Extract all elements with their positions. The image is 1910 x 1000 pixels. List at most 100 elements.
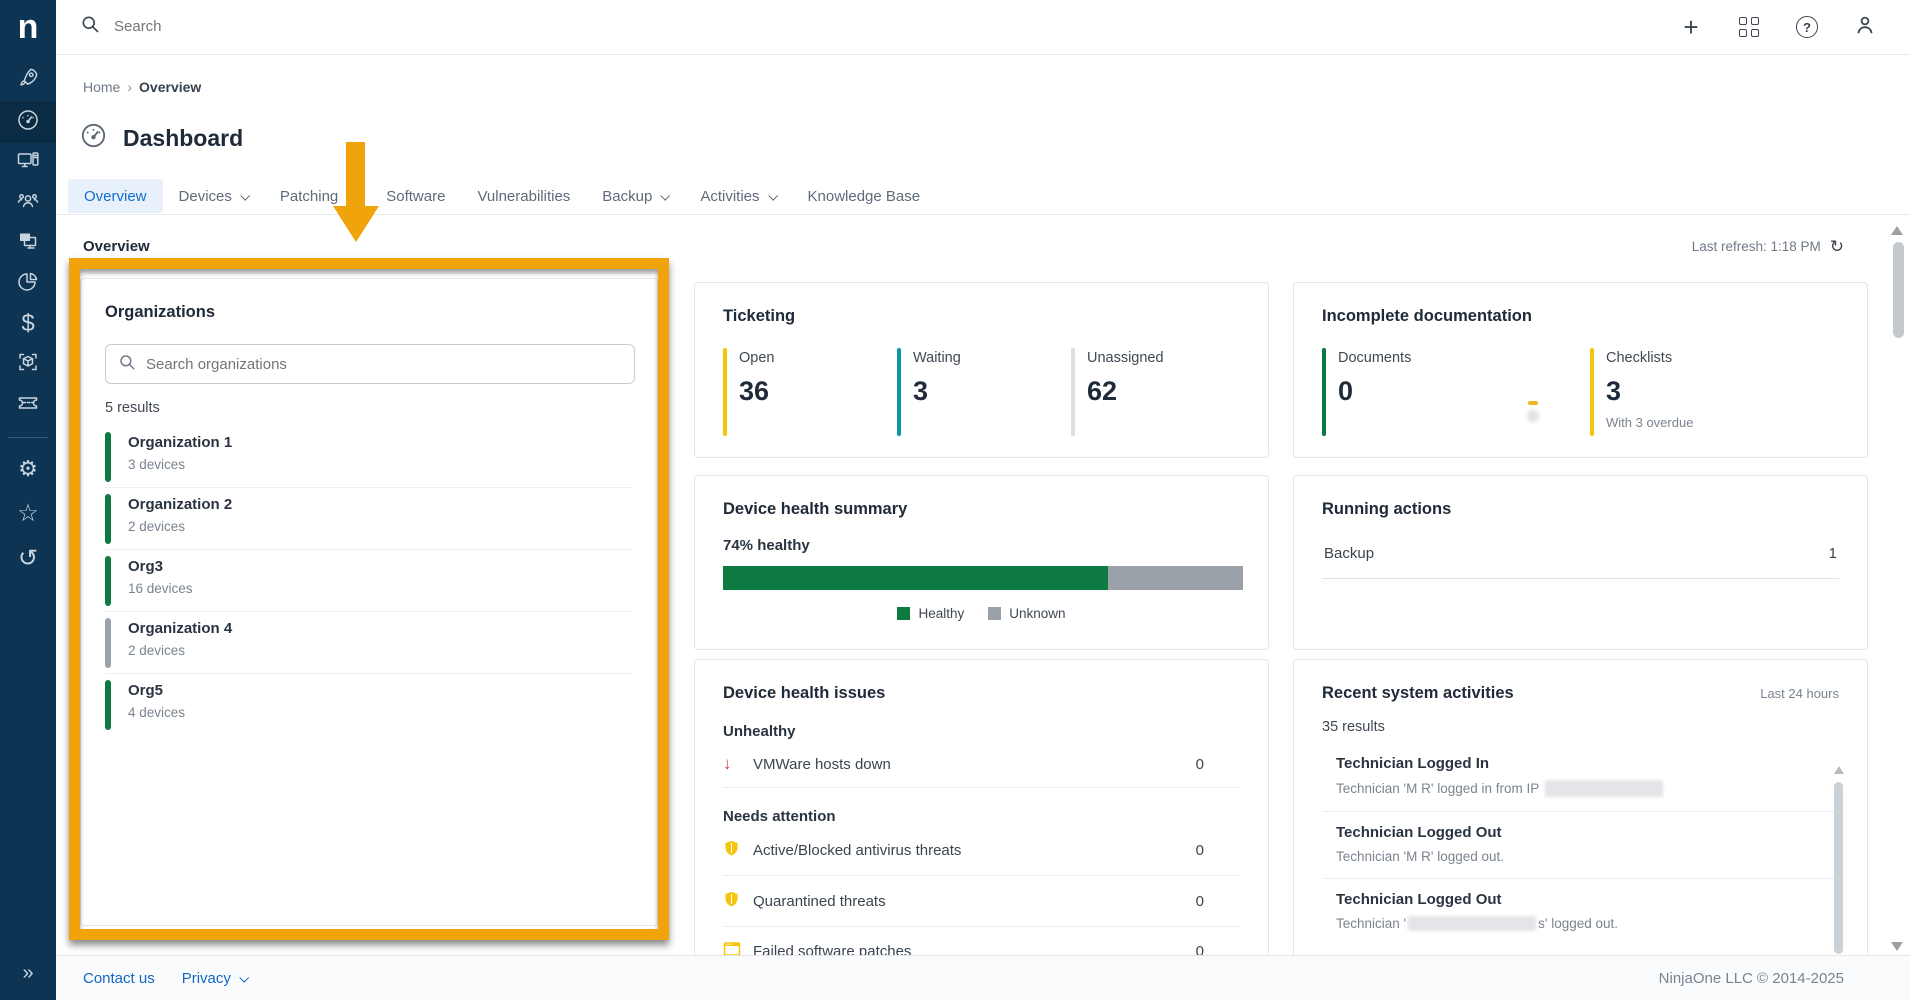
ninjaone-logo[interactable]: n <box>0 8 56 46</box>
status-bar <box>105 680 111 730</box>
page-scroll-down-arrow[interactable] <box>1891 942 1903 951</box>
help-button[interactable]: ? <box>1792 12 1822 42</box>
sidebar-item-reporting[interactable] <box>0 263 56 305</box>
sidebar-item-settings[interactable]: ⚙ <box>0 448 56 490</box>
contact-us-link[interactable]: Contact us <box>83 970 155 987</box>
list-item[interactable]: Technician Logged Out Technician 'M R' l… <box>1322 812 1839 879</box>
issue-row-antivirus[interactable]: Active/Blocked antivirus threats 0 <box>723 839 1240 876</box>
activities-scrollbar[interactable] <box>1834 782 1843 954</box>
sidebar-item-dashboard[interactable] <box>0 101 56 143</box>
chevron-down-icon <box>768 190 778 200</box>
tab-bar: Overview Devices Patching Software Vulne… <box>68 179 936 213</box>
breadcrumb-current: Overview <box>139 79 201 95</box>
page-scrollbar[interactable] <box>1893 242 1904 338</box>
issue-row-quarantined[interactable]: Quarantined threats 0 <box>723 890 1240 927</box>
incomplete-documentation-panel: Incomplete documentation Documents 0 Che… <box>1293 282 1868 458</box>
status-bar <box>105 556 111 606</box>
shield-icon <box>723 890 753 913</box>
ticketing-waiting-stat[interactable]: Waiting 3 <box>897 346 1071 407</box>
refresh-icon[interactable]: ↻ <box>1830 238 1844 255</box>
sidebar-expand-button[interactable]: » <box>0 962 56 992</box>
sidebar-item-users[interactable] <box>0 182 56 224</box>
redacted-ip <box>1545 780 1663 797</box>
list-item[interactable]: Organization 4 2 devices <box>105 612 633 674</box>
global-search-input[interactable] <box>114 18 514 35</box>
ticketing-title: Ticketing <box>723 307 1240 326</box>
sidebar-item-software-inventory[interactable] <box>0 343 56 385</box>
chevron-down-icon <box>661 190 671 200</box>
checklists-stat[interactable]: Checklists 3 With 3 overdue <box>1590 346 1830 430</box>
sidebar-item-remote[interactable] <box>0 222 56 264</box>
documentation-title: Incomplete documentation <box>1322 307 1839 326</box>
page-title: Dashboard <box>123 125 243 152</box>
tab-activities[interactable]: Activities <box>684 179 791 213</box>
sidebar-item-ticketing[interactable] <box>0 384 56 426</box>
activities-result-count: 35 results <box>1322 719 1839 735</box>
list-item[interactable]: Org3 16 devices <box>105 550 633 612</box>
overdue-note: With 3 overdue <box>1606 415 1830 430</box>
device-health-summary-panel: Device health summary 74% healthy Health… <box>694 475 1269 650</box>
running-action-row[interactable]: Backup 1 <box>1322 545 1839 579</box>
ticketing-unassigned-stat[interactable]: Unassigned 62 <box>1071 346 1240 407</box>
breadcrumb-separator: › <box>127 79 132 95</box>
recent-activities-panel: Recent system activities Last 24 hours 3… <box>1293 659 1868 962</box>
down-arrow-icon: ↓ <box>723 754 753 774</box>
organizations-list: Organization 1 3 devices Organization 2 … <box>105 426 633 736</box>
section-title: Overview <box>83 238 150 255</box>
list-item[interactable]: Org5 4 devices <box>105 674 633 736</box>
status-bar <box>105 494 111 544</box>
health-progress-bar[interactable] <box>723 566 1243 590</box>
list-item[interactable]: Technician Logged In Technician 'M R' lo… <box>1322 743 1839 812</box>
healthy-percent-label: 74% healthy <box>723 537 1240 554</box>
device-health-issues-panel: Device health issues Unhealthy ↓ VMWare … <box>694 659 1269 962</box>
tab-overview[interactable]: Overview <box>68 179 163 213</box>
unknown-swatch <box>988 607 1001 620</box>
healthy-swatch <box>897 607 910 620</box>
pie-chart-icon <box>16 270 40 299</box>
list-item[interactable]: Technician Logged Out Technician 's' log… <box>1322 879 1839 945</box>
plus-icon: + <box>1683 14 1698 40</box>
breadcrumb-home[interactable]: Home <box>83 79 120 95</box>
add-button[interactable]: + <box>1676 12 1706 42</box>
ticketing-open-stat[interactable]: Open 36 <box>723 346 897 407</box>
cursor-dot-artifact <box>1527 410 1539 422</box>
documents-stat[interactable]: Documents 0 <box>1322 346 1590 430</box>
sidebar-item-favorites[interactable]: ☆ <box>0 493 56 535</box>
organizations-title: Organizations <box>105 303 633 322</box>
list-item[interactable]: Organization 2 2 devices <box>105 488 633 550</box>
health-progress-fill <box>723 566 1108 590</box>
sidebar-item-billing[interactable]: $ <box>0 303 56 345</box>
page-scroll-up-arrow[interactable] <box>1891 226 1903 235</box>
stat-accent-bar <box>1322 348 1326 436</box>
sidebar-item-history[interactable]: ↺ <box>0 538 56 580</box>
activities-scroll-up-arrow[interactable] <box>1834 766 1844 774</box>
tab-software[interactable]: Software <box>370 179 461 213</box>
copyright-text: NinjaOne LLC © 2014-2025 <box>1659 970 1844 987</box>
list-item[interactable]: Organization 1 3 devices <box>105 426 633 488</box>
issue-row-vmware[interactable]: ↓ VMWare hosts down 0 <box>723 754 1240 788</box>
organizations-search[interactable] <box>105 344 635 384</box>
profile-button[interactable] <box>1850 12 1880 42</box>
tab-backup[interactable]: Backup <box>586 179 684 213</box>
tab-patching[interactable]: Patching <box>264 179 370 213</box>
ticketing-panel: Ticketing Open 36 Waiting 3 Unassigned 6… <box>694 282 1269 458</box>
sidebar-divider <box>8 437 48 438</box>
topbar: + ? <box>56 0 1910 55</box>
sidebar-item-getting-started[interactable] <box>0 59 56 101</box>
search-icon <box>80 14 100 39</box>
organizations-search-input[interactable] <box>146 356 586 373</box>
tab-devices[interactable]: Devices <box>163 179 264 213</box>
dollar-icon: $ <box>21 312 34 336</box>
tab-knowledge-base[interactable]: Knowledge Base <box>792 179 937 213</box>
apps-button[interactable] <box>1734 12 1764 42</box>
activities-range-label: Last 24 hours <box>1760 686 1839 701</box>
tab-vulnerabilities[interactable]: Vulnerabilities <box>461 179 586 213</box>
running-actions-title: Running actions <box>1322 500 1839 519</box>
privacy-link[interactable]: Privacy <box>182 970 247 987</box>
star-icon: ☆ <box>17 502 39 526</box>
stat-accent-bar <box>1071 348 1075 436</box>
sidebar-item-devices[interactable] <box>0 142 56 184</box>
status-bar <box>105 432 111 482</box>
unhealthy-heading: Unhealthy <box>723 723 1240 740</box>
rocket-icon <box>17 66 40 94</box>
